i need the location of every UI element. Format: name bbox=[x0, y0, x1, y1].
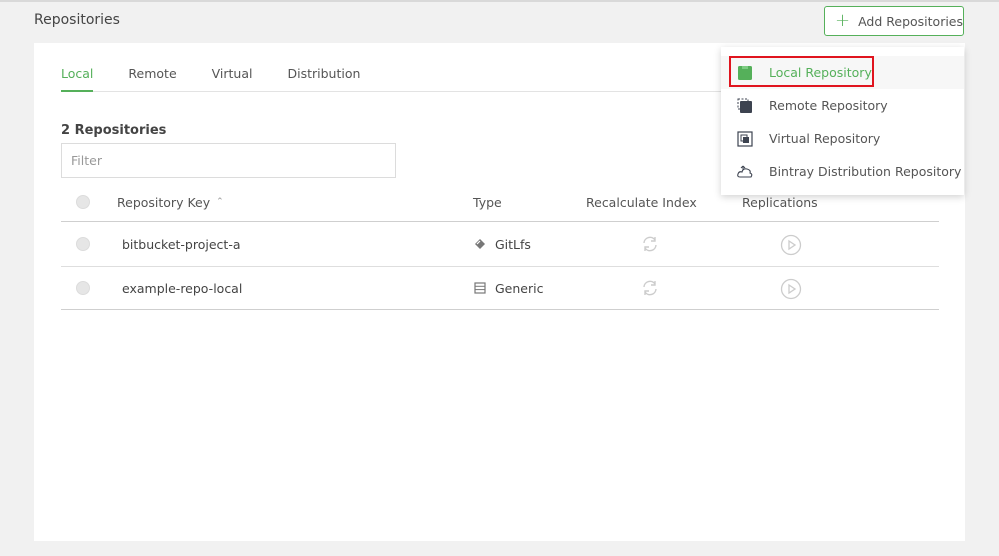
repository-key[interactable]: example-repo-local bbox=[122, 267, 242, 309]
column-header-label: Repository Key bbox=[117, 194, 211, 210]
menu-item-local-repository[interactable]: Local Repository bbox=[721, 56, 964, 89]
local-repo-icon bbox=[737, 65, 753, 81]
add-repositories-label: Add Repositories bbox=[858, 13, 964, 29]
column-header-type[interactable]: Type bbox=[473, 183, 502, 221]
menu-item-remote-repository[interactable]: Remote Repository bbox=[721, 89, 964, 122]
repository-key[interactable]: bitbucket-project-a bbox=[122, 222, 241, 266]
column-header-recalculate: Recalculate Index bbox=[586, 194, 697, 210]
plus-icon: + bbox=[835, 10, 851, 31]
tab-remote[interactable]: Remote bbox=[128, 61, 176, 92]
recalculate-index-icon[interactable] bbox=[640, 278, 660, 298]
menu-item-virtual-repository[interactable]: Virtual Repository bbox=[721, 122, 964, 155]
gitlfs-icon bbox=[474, 238, 486, 250]
remote-repo-icon bbox=[737, 98, 753, 114]
distribution-repo-icon bbox=[737, 164, 753, 180]
menu-item-label: Remote Repository bbox=[769, 98, 888, 113]
virtual-repo-icon bbox=[737, 130, 753, 147]
tab-virtual[interactable]: Virtual bbox=[212, 61, 253, 92]
repository-type: Generic bbox=[495, 280, 544, 296]
repository-tabs: Local Remote Virtual Distribution bbox=[61, 61, 737, 92]
column-header-key[interactable]: Repository Key ⌃ bbox=[117, 183, 224, 221]
menu-item-distribution-repository[interactable]: Bintray Distribution Repository bbox=[721, 155, 964, 188]
repository-type: GitLfs bbox=[495, 236, 531, 252]
table-row[interactable]: bitbucket-project-a GitLfs bbox=[61, 222, 939, 267]
select-all-checkbox[interactable] bbox=[76, 195, 90, 209]
menu-item-label: Bintray Distribution Repository bbox=[769, 164, 962, 179]
tab-local[interactable]: Local bbox=[61, 61, 94, 92]
add-repository-menu: Local Repository Remote Repository Virtu… bbox=[721, 47, 964, 195]
generic-icon bbox=[474, 282, 486, 294]
tab-distribution[interactable]: Distribution bbox=[288, 61, 361, 92]
repository-count: 2 Repositories bbox=[61, 123, 167, 138]
add-repositories-button[interactable]: + Add Repositories bbox=[824, 6, 964, 36]
page-title: Repositories bbox=[34, 12, 120, 28]
row-checkbox[interactable] bbox=[76, 237, 90, 251]
run-replication-icon[interactable] bbox=[780, 278, 802, 300]
row-checkbox[interactable] bbox=[76, 281, 90, 295]
menu-item-label: Local Repository bbox=[769, 65, 872, 80]
repositories-table: Repository Key ⌃ Type Recalculate Index … bbox=[61, 183, 939, 310]
filter-input[interactable] bbox=[61, 143, 396, 178]
top-border bbox=[0, 0, 999, 2]
chevron-up-icon: ⌃ bbox=[216, 197, 224, 207]
recalculate-index-icon[interactable] bbox=[640, 234, 660, 254]
table-row[interactable]: example-repo-local Generic bbox=[61, 267, 939, 310]
menu-item-label: Virtual Repository bbox=[769, 131, 881, 146]
run-replication-icon[interactable] bbox=[780, 234, 802, 256]
